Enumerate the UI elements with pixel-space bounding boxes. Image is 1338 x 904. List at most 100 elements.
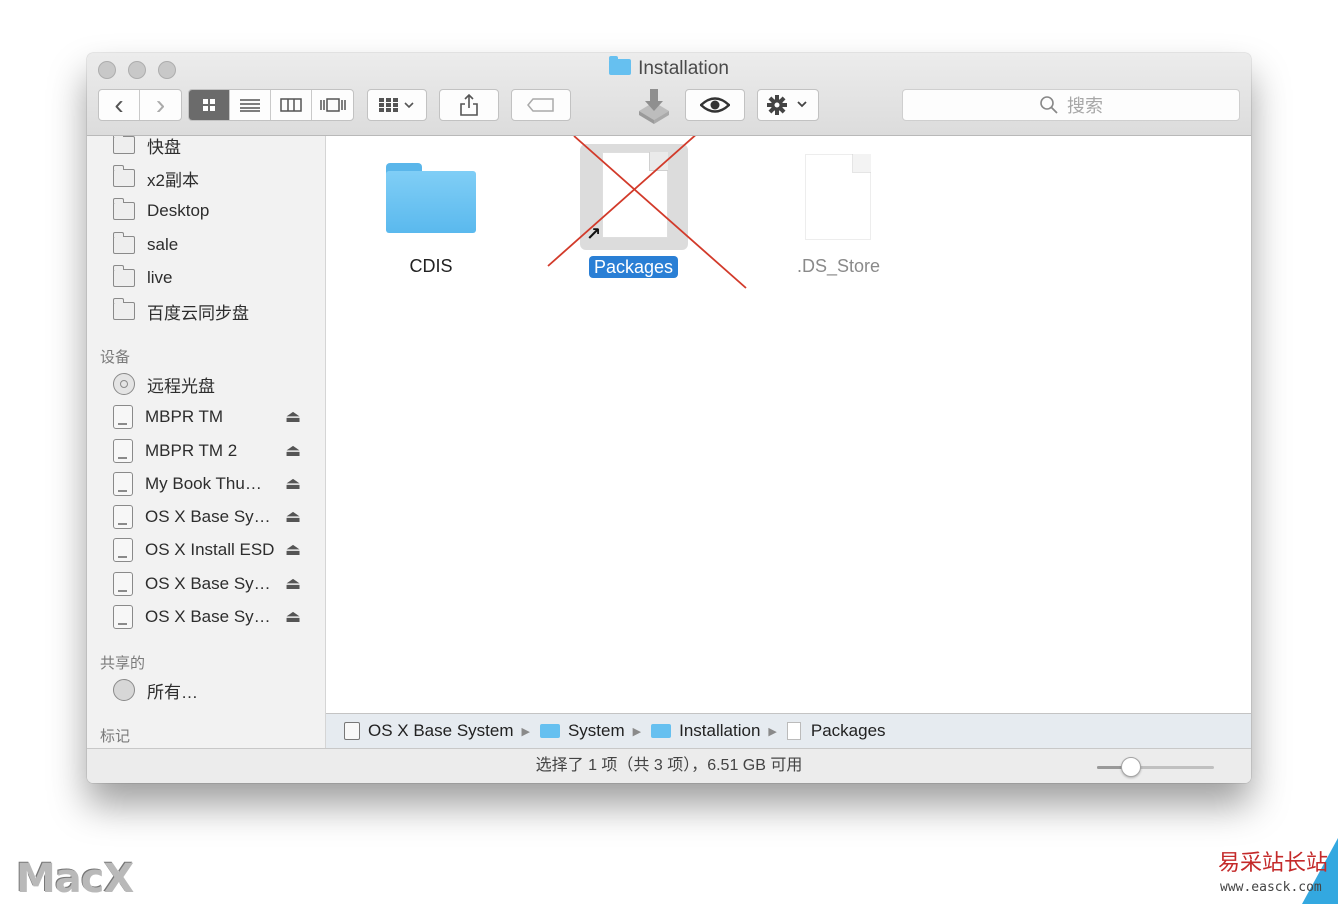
list-view-button[interactable]: [230, 90, 271, 120]
window-title: Installation: [87, 56, 1251, 80]
sidebar-item-remote-disc[interactable]: 远程光盘: [113, 370, 215, 398]
chevron-left-icon: ‹: [114, 89, 124, 120]
tags-header: 标记: [100, 728, 131, 745]
eject-icon[interactable]: ⏏: [285, 536, 301, 564]
search-placeholder: 搜索: [1067, 96, 1103, 116]
file-item-ds-store[interactable]: .DS_Store: [756, 136, 921, 286]
download-tray-icon: [639, 89, 669, 124]
share-button[interactable]: [439, 89, 499, 121]
path-separator-icon: ▶: [632, 725, 642, 738]
disk-icon: [113, 572, 133, 596]
chevron-right-icon: ›: [155, 89, 166, 120]
eject-icon[interactable]: ⏏: [285, 403, 301, 431]
folder-icon: [112, 265, 135, 287]
file-label: CDIS: [409, 256, 453, 276]
eye-icon: [700, 97, 730, 113]
status-bar: 选择了 1 项（共 3 项），6.51 GB 可用: [87, 748, 1251, 783]
share-icon: [460, 94, 478, 116]
gear-icon: [767, 95, 807, 115]
get-info-drop-icon[interactable]: [635, 87, 673, 125]
eject-icon[interactable]: ⏏: [285, 570, 301, 598]
titlebar: Installation ‹ › 搜索: [87, 53, 1251, 136]
tag-icon: [527, 98, 554, 112]
path-item-system[interactable]: System: [539, 721, 625, 741]
shared-header: 共享的: [100, 655, 146, 672]
time-machine-disk-icon: [113, 439, 133, 463]
icon-size-slider[interactable]: [1097, 757, 1214, 777]
path-separator-icon: ▶: [768, 725, 777, 738]
disk-icon: [113, 538, 133, 562]
search-icon: [1040, 96, 1058, 114]
sidebar-item-os-x-base-system-3[interactable]: OS X Base Sy…: [113, 603, 271, 631]
path-bar: OS X Base System ▶ System ▶ Installation…: [326, 713, 1251, 748]
easck-watermark-url: www.easck.com: [1220, 880, 1322, 895]
sidebar-item-all-shared[interactable]: 所有…: [113, 676, 198, 704]
sidebar-item-os-x-base-system-1[interactable]: OS X Base Sy…: [113, 503, 271, 531]
external-disk-icon: [113, 472, 133, 496]
sidebar-item-baidu-sync[interactable]: 百度云同步盘: [112, 297, 249, 325]
path-separator-icon: ▶: [521, 725, 530, 738]
path-item-installation[interactable]: Installation: [651, 721, 760, 741]
sidebar-item-mbpr-tm[interactable]: MBPR TM: [113, 403, 223, 431]
file-item-cdis[interactable]: CDIS: [326, 136, 536, 286]
tags-button[interactable]: [511, 89, 571, 121]
back-forward-buttons: ‹ ›: [98, 89, 182, 121]
sidebar-item-live[interactable]: live: [112, 264, 173, 292]
folder-icon: [112, 198, 135, 220]
view-mode-switcher: [188, 89, 354, 121]
coverflow-icon: [319, 98, 346, 112]
forward-button[interactable]: ›: [140, 90, 181, 120]
file-label: .DS_Store: [796, 256, 881, 276]
arrange-button[interactable]: [367, 89, 427, 121]
path-item-packages[interactable]: Packages: [786, 721, 886, 741]
action-button[interactable]: [757, 89, 819, 121]
page-fold: [852, 154, 871, 173]
sidebar-item-mbpr-tm-2[interactable]: MBPR TM 2: [113, 437, 237, 465]
eject-icon[interactable]: ⏏: [285, 603, 301, 631]
optical-disc-icon: [113, 373, 135, 395]
back-button[interactable]: ‹: [99, 90, 140, 120]
time-machine-disk-icon: [113, 405, 133, 429]
folder-icon: [112, 232, 135, 254]
sidebar-item-my-book[interactable]: My Book Thu…: [113, 470, 262, 498]
eject-icon[interactable]: ⏏: [285, 470, 301, 498]
columns-icon: [280, 98, 302, 112]
macx-watermark-logo: MacX: [16, 856, 134, 902]
path-item-os-x-base-system[interactable]: OS X Base System: [344, 721, 514, 741]
sidebar-item-kuaipan[interactable]: 快盘: [112, 136, 181, 159]
list-icon: [240, 99, 260, 112]
page-fold: [649, 152, 668, 171]
sidebar: 快盘 x2副本 Desktop sale live 百度云同步盘 设备 远程光盘…: [87, 136, 326, 748]
easck-watermark-logo: 易采站长站: [1218, 851, 1329, 876]
folder-icon: [609, 56, 632, 75]
devices-header: 设备: [100, 349, 131, 366]
network-globe-icon: [113, 679, 135, 701]
alias-arrow-icon: ↗: [586, 224, 602, 244]
sidebar-item-sale[interactable]: sale: [112, 231, 178, 259]
disk-icon: [344, 722, 360, 740]
file-item-packages[interactable]: ↗ Packages: [566, 136, 701, 286]
finder-window: Installation ‹ › 搜索 快盘 x2副本 Desktop sale…: [87, 53, 1251, 783]
search-field[interactable]: 搜索: [902, 89, 1240, 121]
status-text: 选择了 1 项（共 3 项），6.51 GB 可用: [535, 757, 803, 774]
column-view-button[interactable]: [271, 90, 312, 120]
file-label-selected: Packages: [588, 256, 679, 278]
folder-icon: [112, 165, 135, 187]
arrange-grid-chevron-icon: [379, 98, 414, 112]
slider-knob[interactable]: [1121, 757, 1142, 777]
eject-icon[interactable]: ⏏: [285, 503, 301, 531]
eject-icon[interactable]: ⏏: [285, 437, 301, 465]
folder-icon: [539, 724, 560, 738]
grid-icon: [203, 99, 215, 111]
sidebar-item-desktop[interactable]: Desktop: [112, 197, 209, 225]
coverflow-view-button[interactable]: [312, 90, 353, 120]
sidebar-item-x2-copy[interactable]: x2副本: [112, 164, 199, 192]
alias-icon: [786, 722, 801, 740]
external-disk-icon: [113, 505, 133, 529]
folder-icon: [112, 136, 135, 154]
file-browser-content: CDIS ↗ Packages .DS_Store: [326, 136, 1251, 713]
quick-look-button[interactable]: [685, 89, 745, 121]
icon-view-button[interactable]: [189, 90, 230, 120]
sidebar-item-os-x-base-system-2[interactable]: OS X Base Sy…: [113, 570, 271, 598]
sidebar-item-os-x-install-esd[interactable]: OS X Install ESD: [113, 536, 274, 564]
